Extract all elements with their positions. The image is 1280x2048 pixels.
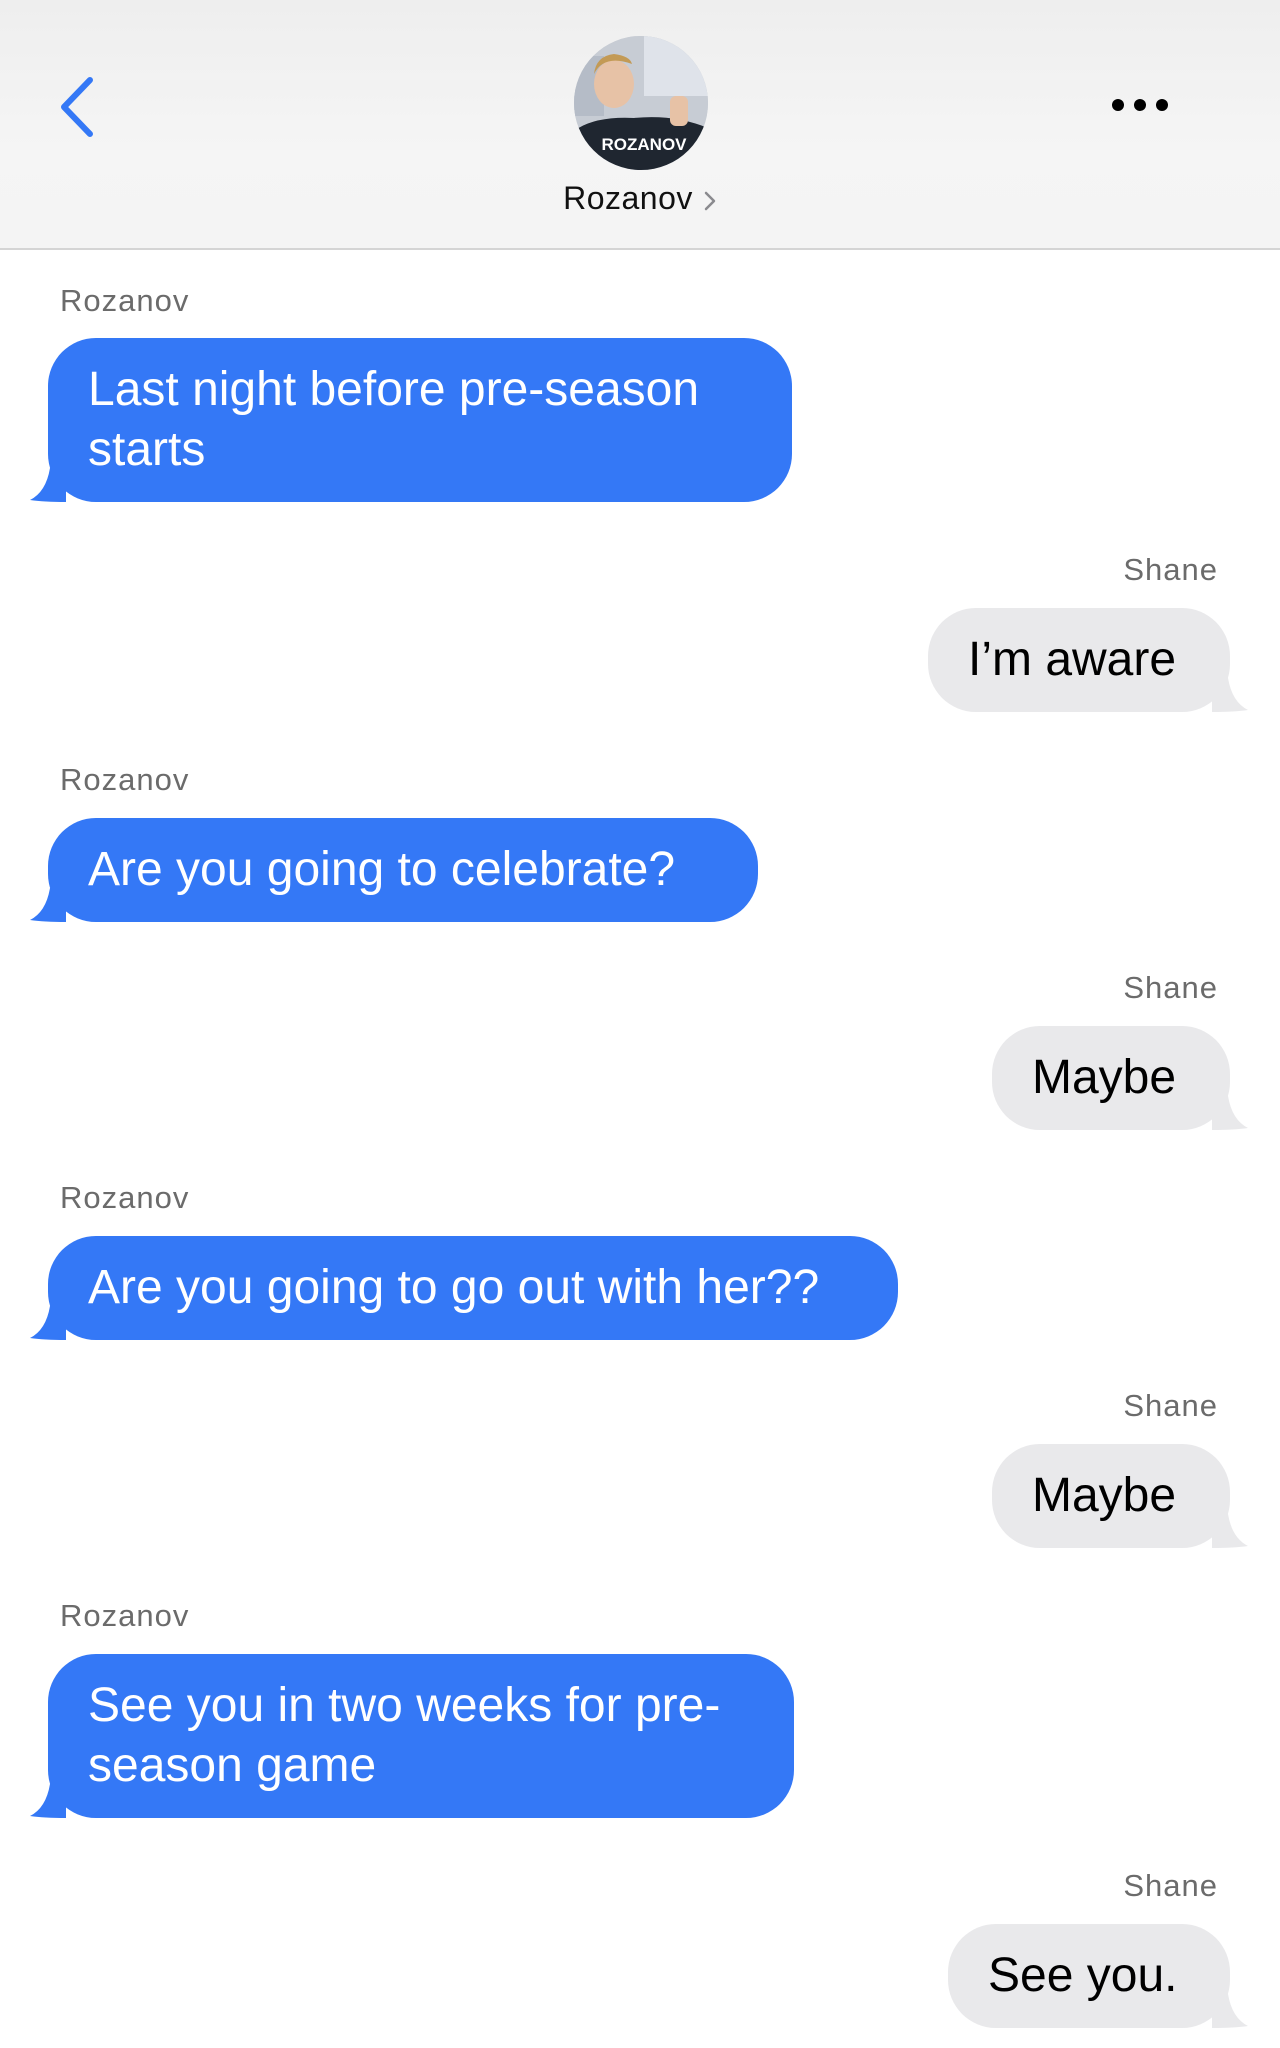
message-text: Last night before pre-season starts <box>88 363 700 476</box>
message-text: Maybe <box>1032 1051 1177 1104</box>
sender-label: Shane <box>1123 1388 1218 1423</box>
message-bubble-incoming[interactable]: See you in two weeks for pre- season gam… <box>30 1654 794 1818</box>
more-options-button[interactable] <box>1100 90 1180 120</box>
message-bubble-outgoing[interactable]: See you. <box>948 1924 1248 2028</box>
message-text: Are you going to celebrate? <box>88 843 676 896</box>
sender-label: Rozanov <box>60 1598 190 1633</box>
contact-name: Rozanov <box>563 180 693 216</box>
sender-label: Rozanov <box>60 762 190 797</box>
bubble-tail <box>1212 1994 1248 2028</box>
bubble-tail <box>1212 1096 1248 1130</box>
message-text: See you in two weeks for pre- season gam… <box>88 1679 721 1792</box>
ellipsis-icon <box>1112 99 1168 111</box>
bubble-tail <box>30 468 66 502</box>
message-bubble-incoming[interactable]: Are you going to go out with her?? <box>30 1236 898 1340</box>
conversation-header: ROZANOV Rozanov <box>0 0 1280 250</box>
message-text: I’m aware <box>968 633 1177 686</box>
bubble-tail <box>30 1784 66 1818</box>
message-bubble-outgoing[interactable]: Maybe <box>992 1026 1248 1130</box>
bubble-tail <box>1212 1514 1248 1548</box>
message-bubble-incoming[interactable]: Last night before pre-season starts <box>30 338 792 502</box>
contact-avatar[interactable]: ROZANOV <box>574 36 708 170</box>
message-bubble-outgoing[interactable]: I’m aware <box>928 608 1248 712</box>
bubble-tail <box>30 1306 66 1340</box>
sender-label: Rozanov <box>60 1180 190 1215</box>
sender-label: Rozanov <box>60 283 190 318</box>
bubble-tail <box>30 888 66 922</box>
contact-name-button[interactable]: Rozanov <box>0 180 1280 217</box>
chevron-right-icon <box>703 180 717 217</box>
message-text: See you. <box>988 1949 1178 2002</box>
back-button[interactable] <box>48 70 108 140</box>
sender-label: Shane <box>1123 1868 1218 1903</box>
chevron-left-icon <box>61 77 93 137</box>
message-text: Are you going to go out with her?? <box>88 1261 820 1314</box>
message-bubble-outgoing[interactable]: Maybe <box>992 1444 1248 1548</box>
avatar-jersey-text: ROZANOV <box>602 135 688 154</box>
message-bubble-incoming[interactable]: Are you going to celebrate? <box>30 818 758 922</box>
message-text: Maybe <box>1032 1469 1177 1522</box>
sender-label: Shane <box>1123 970 1218 1005</box>
bubble-tail <box>1212 678 1248 712</box>
sender-label: Shane <box>1123 552 1218 587</box>
